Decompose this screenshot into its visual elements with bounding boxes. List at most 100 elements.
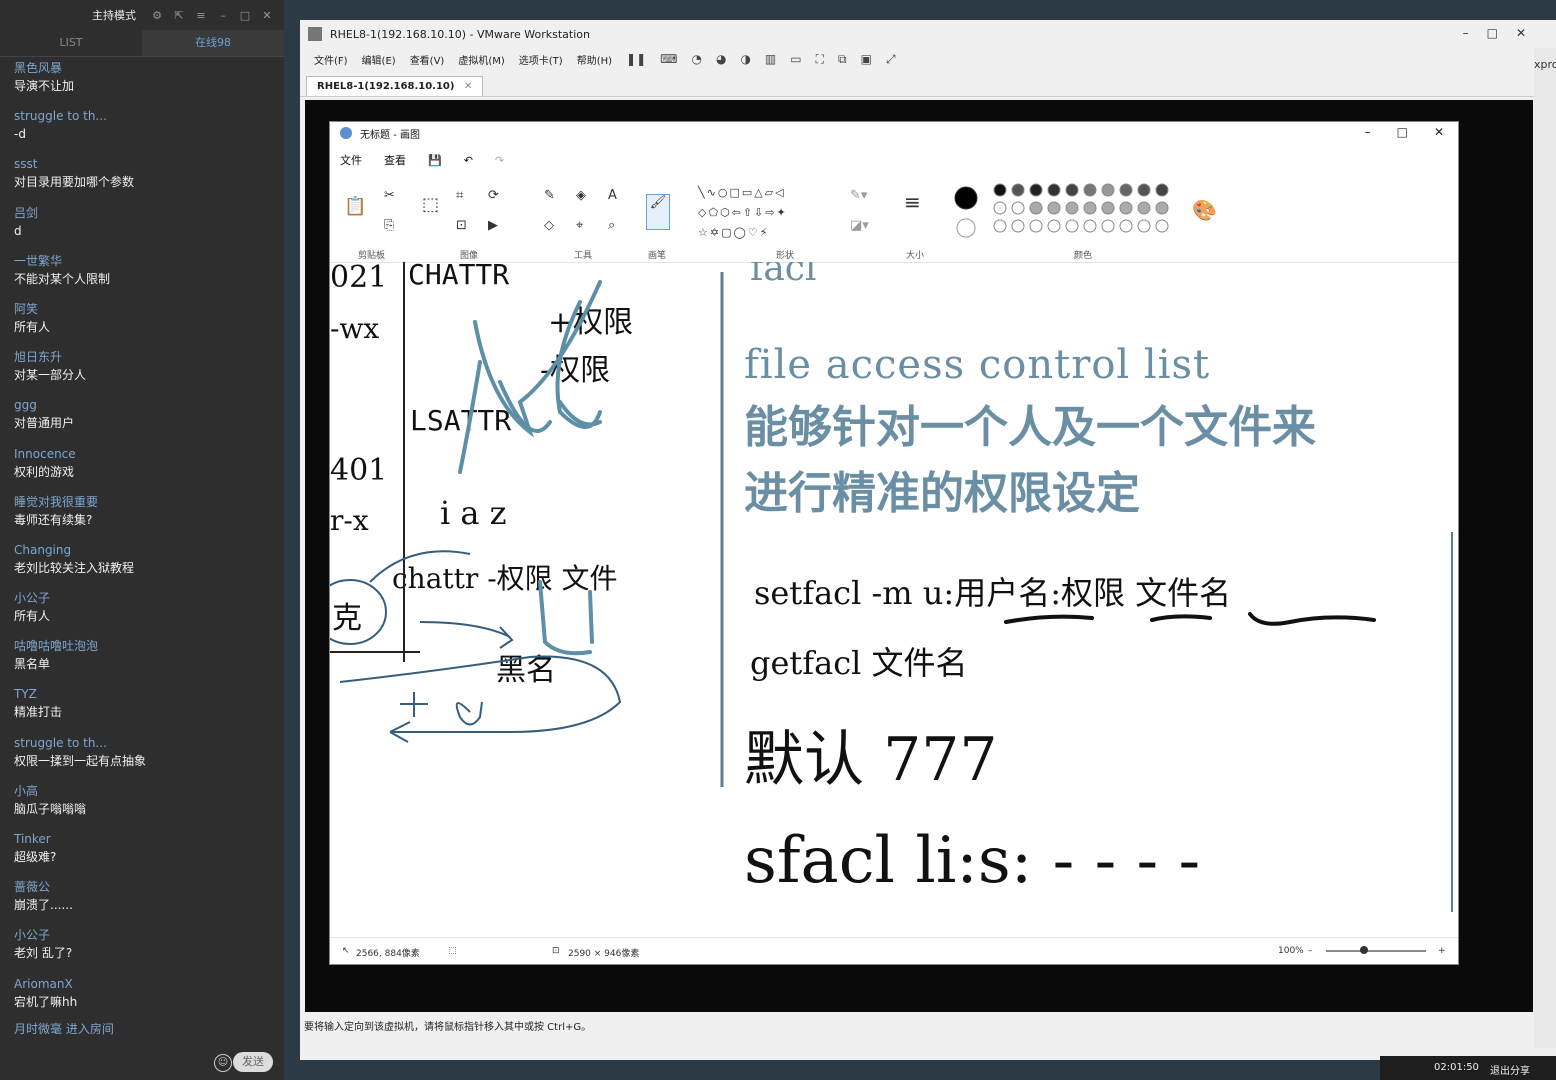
cut-icon[interactable]: ✂ [384,188,395,203]
snapshot-icon[interactable]: ◔ [691,52,701,66]
tab-list[interactable]: LIST [0,30,142,56]
size-icon[interactable]: ≡ [904,190,921,214]
palette-swatch[interactable] [1029,201,1043,215]
settings-icon[interactable]: ⚙ [150,9,164,22]
palette-swatch[interactable] [1155,201,1169,215]
outline-icon[interactable]: ✎▾ [850,188,867,203]
copy-icon[interactable]: ⎘ [384,218,394,233]
resize-icon[interactable]: ⊡ [456,218,467,233]
palette-swatch[interactable] [1083,201,1097,215]
pencil-icon[interactable]: ✎ [544,188,555,203]
color-picker-icon[interactable]: ⌖ [576,218,583,233]
palette-swatch[interactable] [1011,219,1025,233]
flip-icon[interactable]: ▶ [488,218,498,233]
chat-nick[interactable]: 旭日东升 [14,348,270,366]
minimize-icon[interactable]: – [1463,26,1469,40]
rotate-icon[interactable]: ⟳ [488,188,499,203]
smile-icon[interactable]: ☺ [214,1054,232,1072]
edit-colors-icon[interactable]: 🎨 [1192,198,1217,222]
save-icon[interactable]: 💾 [428,154,442,167]
fill-style-icon[interactable]: ◪▾ [850,218,869,233]
palette-swatch[interactable] [1029,219,1043,233]
menu-icon[interactable]: ≡ [194,9,208,22]
close-icon[interactable]: ✕ [1516,26,1526,40]
stretch-icon[interactable]: ⤢ [886,52,896,67]
zoom-in-icon[interactable]: + [1438,946,1446,956]
palette-swatch[interactable] [993,183,1007,197]
chat-nick[interactable]: TYZ [14,685,270,703]
paint-menu-file[interactable]: 文件 [340,152,362,168]
send-keys-icon[interactable]: ⌨ [660,52,677,66]
crop-icon[interactable]: ⌗ [456,188,463,203]
shapes-gallery-icon[interactable]: ╲∿○□▭△▱◁ [698,186,786,199]
color-palette[interactable] [952,182,1212,246]
maximize-icon[interactable]: □ [1487,26,1498,40]
chat-nick[interactable]: 蔷薇公 [14,878,270,896]
fullscreen-icon[interactable]: ⛶ [816,52,824,67]
chat-nick[interactable]: 小高 [14,782,270,800]
palette-swatch[interactable] [1119,219,1133,233]
manage-snapshots-icon[interactable]: ◑ [740,52,750,66]
chat-nick[interactable]: 睡觉对我很重要 [14,493,270,511]
vm-tab[interactable]: RHEL8-1(192.168.10.10) ✕ [306,76,484,96]
menu-view[interactable]: 查看(V) [410,52,445,67]
chat-nick[interactable]: 阿笑 [14,300,270,318]
chat-nick[interactable]: struggle to th... [14,734,270,752]
menu-file[interactable]: 文件(F) [314,52,348,67]
tab-online[interactable]: 在线98 [142,30,284,56]
paint-menu-view[interactable]: 查看 [384,152,406,168]
maximize-icon[interactable]: □ [1397,125,1408,139]
menu-edit[interactable]: 编辑(E) [362,52,396,67]
zoom-slider[interactable] [1326,950,1426,952]
text-icon[interactable]: A [608,188,617,203]
library-icon[interactable]: ▥ [765,52,776,66]
brush-icon[interactable]: 🖌 [646,194,670,230]
eraser-icon[interactable]: ◇ [544,218,554,233]
zoom-out-icon[interactable]: – [1308,946,1313,956]
palette-swatch[interactable] [1083,183,1097,197]
chat-nick[interactable]: ggg [14,396,270,414]
chat-nick[interactable]: Changing [14,541,270,559]
chat-nick[interactable]: ssst [14,155,270,173]
palette-swatch[interactable] [993,201,1007,215]
shapes-gallery-row2-icon[interactable]: ◇⬠⬡⇦⇧⇩⇨✦ [698,206,788,219]
palette-swatch[interactable] [1011,201,1025,215]
palette-swatch[interactable] [1029,183,1043,197]
redo-icon[interactable]: ↷ [495,154,504,167]
palette-swatch[interactable] [1065,219,1079,233]
palette-swatch[interactable] [1137,183,1151,197]
palette-swatch[interactable] [1137,201,1151,215]
chat-nick[interactable]: 咕噜咕噜吐泡泡 [14,637,270,655]
chat-nick[interactable]: 一世繁华 [14,252,270,270]
popout-icon[interactable]: ⇱ [172,9,186,22]
color2-swatch[interactable] [956,218,976,238]
close-icon[interactable]: ✕ [260,9,274,22]
pause-icon[interactable]: ❚❚ [626,52,646,66]
close-tab-icon[interactable]: ✕ [464,81,472,92]
stop-share-button[interactable]: 退出分享 [1490,1062,1530,1077]
palette-swatch[interactable] [1065,201,1079,215]
chat-nick[interactable]: 黑色风暴 [14,59,270,77]
palette-swatch[interactable] [1101,201,1115,215]
palette-swatch[interactable] [1119,183,1133,197]
unity-icon[interactable]: ⧉ [838,52,847,67]
palette-swatch[interactable] [1155,183,1169,197]
color1-swatch[interactable] [954,186,978,210]
chat-nick[interactable]: Tinker [14,830,270,848]
palette-swatch[interactable] [1101,219,1115,233]
shapes-gallery-row3-icon[interactable]: ☆✡▢◯♡⚡ [698,226,769,239]
select-icon[interactable]: ⬚ [422,194,439,215]
console-icon[interactable]: ▣ [861,52,872,66]
undo-icon[interactable]: ↶ [464,154,473,167]
chat-nick[interactable]: Innocence [14,445,270,463]
chat-nick[interactable]: 吕剑 [14,204,270,222]
revert-icon[interactable]: ◕ [716,52,726,66]
minimize-icon[interactable]: – [216,9,230,22]
magnifier-icon[interactable]: ⌕ [608,218,615,233]
chat-nick[interactable]: 小公子 [14,926,270,944]
palette-swatch[interactable] [1011,183,1025,197]
close-icon[interactable]: ✕ [1434,125,1444,139]
menu-tabs[interactable]: 选项卡(T) [519,52,563,67]
paste-icon[interactable]: 📋 [344,196,366,217]
tabs-icon[interactable]: ▭ [790,52,801,66]
